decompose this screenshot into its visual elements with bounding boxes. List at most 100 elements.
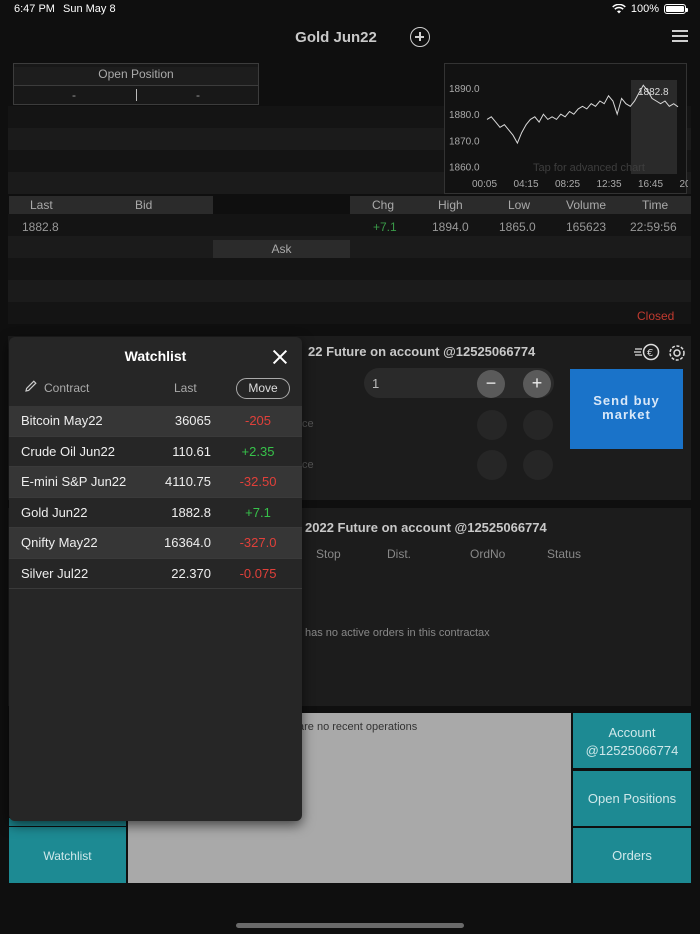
quantity-value: 1 <box>372 376 380 391</box>
watchlist-contract: Bitcoin May22 <box>21 413 103 428</box>
watchlist-contract: Silver Jul22 <box>21 565 89 581</box>
account-button[interactable]: Account @12525066774 <box>573 713 691 768</box>
watchlist-contract: Qnifty May22 <box>21 535 98 550</box>
col-status: Status <box>547 547 582 561</box>
y-tick-label: 1880.0 <box>449 110 480 121</box>
quote-header-right: Chg High Low Volume Time <box>350 196 691 214</box>
quote-last: 1882.8 <box>22 220 59 234</box>
add-icon[interactable] <box>410 27 430 47</box>
market-status: Closed <box>637 309 675 323</box>
status-bar: 6:47 PM Sun May 8 100% <box>0 0 700 20</box>
watchlist-last: 22.370 <box>171 565 211 581</box>
watchlist-change: +7.1 <box>245 504 271 520</box>
open-position-right: - <box>196 88 200 102</box>
watchlist-row[interactable]: Bitcoin May22 36065 -205 <box>9 406 302 437</box>
col-contract: Contract <box>44 381 90 395</box>
limit-price-label: ce <box>302 418 314 430</box>
col-high: High <box>438 198 463 212</box>
y-tick-label: 1890.0 <box>449 84 480 95</box>
y-tick-label: 1870.0 <box>449 136 480 147</box>
no-operations-message: are no recent operations <box>298 721 418 733</box>
no-orders-message: has no active orders in this contractax <box>305 627 490 639</box>
account-button-line1: Account <box>608 725 656 740</box>
open-position-left: - <box>72 88 76 102</box>
limit-price-minus[interactable] <box>477 410 507 440</box>
wifi-icon <box>612 4 626 14</box>
quote-time: 22:59:56 <box>630 220 677 234</box>
x-tick-label: 00:05 <box>472 179 497 190</box>
last-price-label: 1882.8 <box>638 87 669 98</box>
col-chg: Chg <box>372 198 395 212</box>
x-tick-label: 08:25 <box>555 179 580 190</box>
watchlist-change: -0.075 <box>239 565 277 581</box>
watchlist-button[interactable]: Watchlist <box>9 827 126 883</box>
move-button[interactable]: Move <box>236 378 290 399</box>
header: Gold Jun22 <box>0 24 700 52</box>
watchlist-last: 4110.75 <box>164 474 211 489</box>
status-date: Sun May 8 <box>63 3 116 15</box>
watchlist-last: 1882.8 <box>171 504 211 520</box>
orders-account-title: 2022 Future on account @12525066774 <box>305 520 547 535</box>
x-tick-label: 20:55 <box>680 179 689 190</box>
page-title: Gold Jun22 <box>295 29 377 46</box>
menu-icon[interactable] <box>672 30 688 42</box>
watchlist-contract: E-mini S&P Jun22 <box>21 474 127 489</box>
quote-header-left: Last Bid <box>9 196 213 214</box>
watchlist-row[interactable]: E-mini S&P Jun22 4110.75 -32.50 <box>9 467 302 498</box>
watchlist-last: 110.61 <box>172 443 211 459</box>
col-stop: Stop <box>316 547 341 561</box>
pencil-icon[interactable] <box>24 379 38 393</box>
col-ordno: OrdNo <box>470 547 506 561</box>
col-watchlist-last: Last <box>174 381 197 395</box>
watchlist-change: -327.0 <box>239 535 277 550</box>
watchlist-contract: Crude Oil Jun22 <box>21 443 115 459</box>
watchlist-last: 16364.0 <box>164 535 211 550</box>
close-icon[interactable] <box>272 349 288 365</box>
col-time: Time <box>642 198 669 212</box>
quote-volume: 165623 <box>566 220 607 234</box>
watchlist-row[interactable]: Crude Oil Jun22 110.61 +2.35 <box>9 436 302 467</box>
open-position-label: Open Position <box>14 67 258 86</box>
watchlist-rows: Bitcoin May22 36065 -205 Crude Oil Jun22 110… <box>9 406 302 589</box>
col-dist: Dist. <box>387 547 411 561</box>
order-account-title: 22 Future on account @12525066774 <box>308 344 536 359</box>
stop-price-minus[interactable] <box>477 450 507 480</box>
orders-button[interactable]: Orders <box>573 828 691 883</box>
status-time: 6:47 PM <box>14 3 55 15</box>
chart-hint: Tap for advanced chart <box>533 162 645 174</box>
x-tick-label: 16:45 <box>638 179 663 190</box>
quote-chg: +7.1 <box>373 220 397 234</box>
watchlist-change: +2.35 <box>241 443 275 459</box>
col-last: Last <box>30 198 53 212</box>
account-button-line2: @12525066774 <box>585 743 679 758</box>
currency-icon[interactable]: € <box>634 343 660 361</box>
battery-percent: 100% <box>630 3 659 15</box>
watchlist-change: -205 <box>244 413 272 428</box>
open-position-box: Open Position - - <box>13 63 259 105</box>
x-tick-label: 04:15 <box>514 179 539 190</box>
plus-button[interactable]: + <box>523 370 551 398</box>
minus-button[interactable]: − <box>477 370 505 398</box>
home-indicator <box>236 923 464 928</box>
gear-icon[interactable] <box>667 343 687 363</box>
watchlist-row[interactable]: Gold Jun22 1882.8 +7.1 <box>9 497 302 528</box>
open-positions-button[interactable]: Open Positions <box>573 771 691 826</box>
mini-chart[interactable]: 1890.0 1880.0 1870.0 1860.0 00:05 04:15 08:25 1… <box>444 63 689 194</box>
col-bid: Bid <box>135 198 153 212</box>
col-ask: Ask <box>213 240 350 258</box>
watchlist-row[interactable]: Qnifty May22 16364.0 -327.0 <box>9 528 302 559</box>
watchlist-contract: Gold Jun22 <box>21 504 88 520</box>
quote-high: 1894.0 <box>432 220 469 234</box>
y-tick-label: 1860.0 <box>449 163 480 174</box>
battery-icon <box>664 4 688 14</box>
col-low: Low <box>508 198 531 212</box>
limit-price-plus[interactable] <box>523 410 553 440</box>
send-buy-market-button[interactable]: Send buy market <box>570 369 683 449</box>
status-right: 100% <box>612 3 688 15</box>
stop-price-plus[interactable] <box>523 450 553 480</box>
watchlist-change: -32.50 <box>239 474 277 489</box>
watchlist-last: 36065 <box>174 413 211 428</box>
quote-low: 1865.0 <box>499 220 536 234</box>
watchlist-row[interactable]: Silver Jul22 22.370 -0.075 <box>9 558 302 589</box>
x-tick-label: 12:35 <box>597 179 622 190</box>
